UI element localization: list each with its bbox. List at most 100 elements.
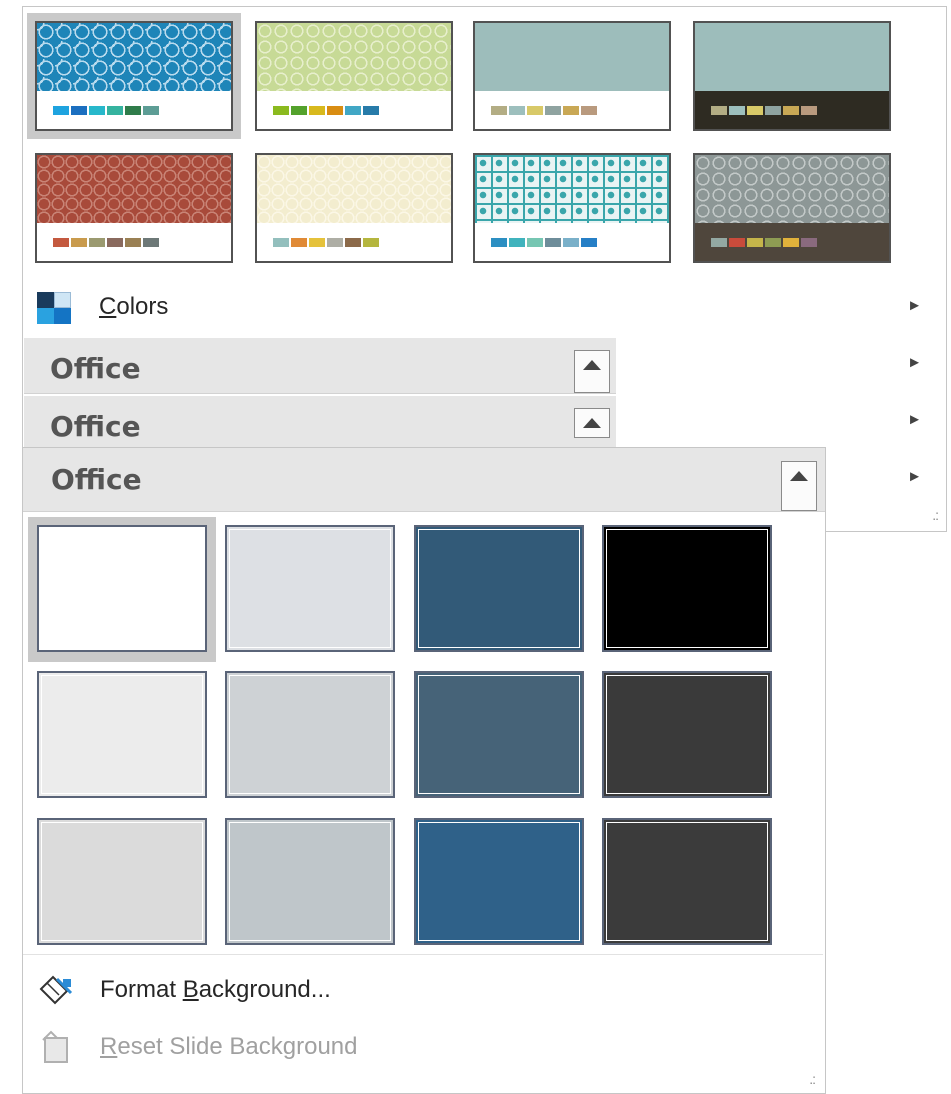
background-styles-title: Office — [51, 463, 142, 496]
color-chip — [71, 238, 87, 247]
scroll-track[interactable] — [574, 379, 610, 393]
background-style-swatch[interactable] — [37, 671, 207, 798]
color-chip — [309, 106, 325, 115]
color-chip — [711, 238, 727, 247]
background-style-swatch[interactable] — [37, 525, 207, 652]
office-fonts-header[interactable]: Office — [24, 396, 616, 452]
scroll-up-button[interactable] — [574, 350, 610, 380]
color-chip — [783, 106, 799, 115]
color-chip — [345, 106, 361, 115]
color-chip — [711, 106, 727, 115]
color-chip — [345, 238, 361, 247]
variant-color-swatches — [273, 238, 379, 247]
color-chip — [125, 238, 141, 247]
office-colors-title: Office — [50, 352, 141, 385]
background-style-swatch[interactable] — [414, 525, 584, 652]
reset-slide-background-label: Reset Slide Background — [100, 1033, 358, 1060]
color-chip — [309, 238, 325, 247]
reset-slide-background-menu-item[interactable]: Reset Slide Background — [23, 1022, 823, 1072]
color-chip — [89, 238, 105, 247]
color-chip — [509, 238, 525, 247]
colors-submenu-arrow-icon: ► — [907, 297, 922, 314]
variant-teal-squares[interactable] — [473, 153, 671, 263]
color-chip — [563, 106, 579, 115]
color-chip — [783, 238, 799, 247]
color-chip — [327, 106, 343, 115]
color-chip — [107, 106, 123, 115]
swatch-inner-border — [606, 822, 768, 941]
background-style-swatch[interactable] — [602, 818, 772, 945]
variant-pattern — [37, 155, 231, 223]
background-style-swatch[interactable] — [602, 671, 772, 798]
resize-grip-icon[interactable]: .: — [809, 1071, 816, 1087]
variant-pattern — [475, 155, 669, 223]
color-chip — [71, 106, 87, 115]
color-chip — [729, 238, 745, 247]
color-chip — [545, 238, 561, 247]
variant-pattern — [695, 155, 889, 223]
background-style-swatch[interactable] — [602, 525, 772, 652]
background-style-swatch[interactable] — [414, 671, 584, 798]
office-fonts-title: Office — [50, 410, 141, 443]
color-chip — [363, 238, 379, 247]
swatch-inner-border — [418, 529, 580, 648]
variant-teal-plain[interactable] — [473, 21, 671, 131]
color-chip — [291, 238, 307, 247]
variant-cream-pattern[interactable] — [255, 153, 453, 263]
scroll-track[interactable] — [781, 490, 817, 511]
triangle-up-icon — [583, 360, 601, 370]
scroll-up-button[interactable] — [781, 461, 817, 491]
variant-color-swatches — [491, 106, 597, 115]
color-chip — [273, 106, 289, 115]
background-styles-header: Office — [23, 448, 825, 512]
variant-teal-dark[interactable] — [693, 21, 891, 131]
background-style-swatch[interactable] — [225, 525, 395, 652]
swatch-inner-border — [229, 675, 391, 794]
color-chip — [747, 106, 763, 115]
color-chip — [563, 238, 579, 247]
swatch-inner-border — [229, 822, 391, 941]
color-chip — [89, 106, 105, 115]
swatch-inner-border — [418, 675, 580, 794]
variant-pattern — [257, 23, 451, 91]
triangle-up-icon — [583, 418, 601, 428]
fonts-submenu-arrow-icon[interactable]: ► — [907, 354, 922, 371]
variant-red-pattern[interactable] — [35, 153, 233, 263]
variant-gray-dark[interactable] — [693, 153, 891, 263]
variant-color-swatches — [53, 106, 159, 115]
reset-background-icon — [42, 1030, 68, 1063]
variant-blue-circles[interactable] — [27, 13, 241, 139]
triangle-up-icon — [790, 471, 808, 481]
effects-submenu-arrow-icon[interactable]: ► — [907, 411, 922, 428]
variant-pattern — [37, 23, 231, 91]
color-chip — [273, 238, 289, 247]
resize-grip-icon[interactable]: .: — [932, 507, 939, 523]
color-chip — [581, 238, 597, 247]
background-style-swatch[interactable] — [225, 671, 395, 798]
background-styles-submenu-arrow-icon[interactable]: ► — [907, 468, 922, 485]
background-style-swatch[interactable] — [225, 818, 395, 945]
format-background-menu-item[interactable]: Format Background... — [23, 965, 823, 1015]
variant-color-swatches — [491, 238, 597, 247]
color-chip — [581, 106, 597, 115]
color-chip — [747, 238, 763, 247]
scroll-up-button[interactable] — [574, 408, 610, 438]
colors-menu-item[interactable]: Colors ► — [23, 280, 946, 334]
variant-green-lattice[interactable] — [255, 21, 453, 131]
swatch-inner-border — [41, 822, 203, 941]
colors-icon — [37, 292, 71, 324]
color-chip — [363, 106, 379, 115]
office-colors-header[interactable]: Office — [24, 338, 616, 394]
color-chip — [527, 106, 543, 115]
color-chip — [765, 238, 781, 247]
background-style-swatch[interactable] — [414, 818, 584, 945]
colors-label: Colors — [99, 293, 169, 320]
color-chip — [53, 238, 69, 247]
color-chip — [527, 238, 543, 247]
swatch-inner-border — [41, 675, 203, 794]
color-chip — [729, 106, 745, 115]
background-style-swatch[interactable] — [37, 818, 207, 945]
variant-pattern — [257, 155, 451, 223]
variant-pattern — [475, 23, 669, 91]
color-chip — [143, 106, 159, 115]
